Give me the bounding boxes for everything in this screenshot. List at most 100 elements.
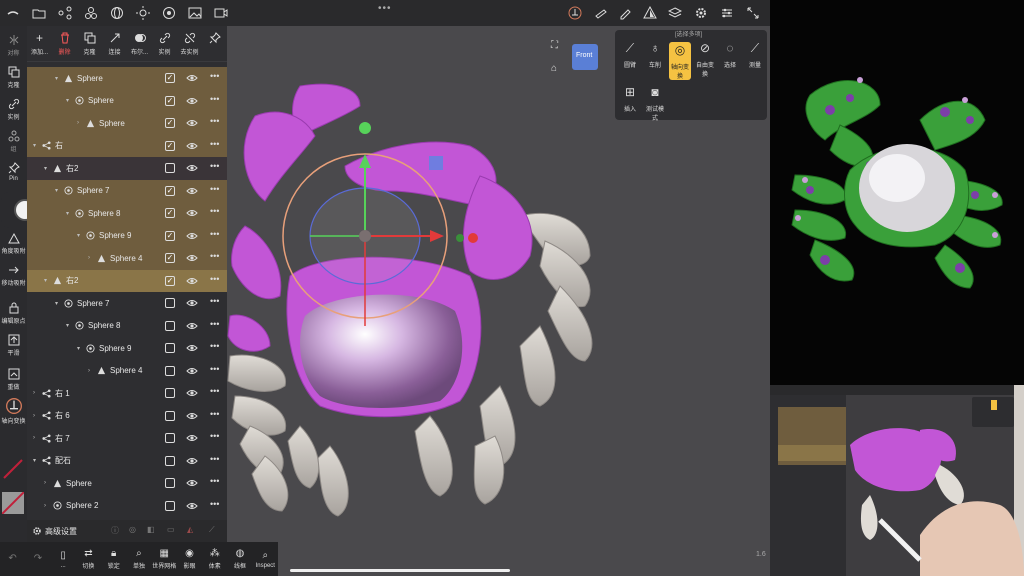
pen-icon[interactable] <box>612 0 638 26</box>
expand-chevron-icon[interactable]: ▾ <box>66 322 74 329</box>
bottom-button-search[interactable]: ⌕ 单独 <box>126 548 151 570</box>
eye-icon[interactable] <box>186 118 198 128</box>
visibility-checkbox[interactable]: ✓ <box>165 185 175 196</box>
visibility-checkbox[interactable] <box>165 433 175 443</box>
bottom-button-eye[interactable]: ◉ 影眼 <box>177 548 202 570</box>
expand-icon[interactable] <box>740 0 766 26</box>
visibility-checkbox[interactable]: ✓ <box>165 275 175 286</box>
rail-move-snap[interactable]: 移动吸附 <box>0 264 27 287</box>
rail-smooth[interactable]: 平滑 <box>0 334 27 357</box>
outliner-row[interactable]: › Sphere ••• <box>27 472 227 495</box>
outliner-row[interactable]: ▾ Sphere 7 ••• <box>27 292 227 315</box>
bottom-button-wireframe[interactable]: ◍ 线框 <box>227 548 252 570</box>
bottom-button-grid[interactable]: ▦ 世界网格 <box>152 548 177 570</box>
triangle-icon[interactable]: ◭ <box>187 525 193 534</box>
row-more-icon[interactable]: ••• <box>210 116 219 126</box>
stroke-color-swatch[interactable] <box>2 458 24 480</box>
expand-chevron-icon[interactable]: › <box>88 368 96 374</box>
outliner-row[interactable]: ▾ Sphere ✓ ••• <box>27 67 227 90</box>
row-more-icon[interactable]: ••• <box>210 476 219 486</box>
delete-button[interactable]: 删除 <box>52 26 77 61</box>
settings-icon[interactable] <box>688 0 714 26</box>
row-more-icon[interactable]: ••• <box>210 274 219 284</box>
eye-icon[interactable] <box>186 456 198 466</box>
outliner-row[interactable]: › 右 6 ••• <box>27 405 227 428</box>
visibility-checkbox[interactable]: ✓ <box>165 208 175 218</box>
outliner-row[interactable]: ▾ 右2 ••• <box>27 157 227 180</box>
outliner-row[interactable]: › 右 1 ••• <box>27 382 227 405</box>
camera-toggle-icon[interactable]: ▭ <box>167 525 175 534</box>
outliner-row[interactable]: › Sphere 4 ••• <box>27 360 227 383</box>
eye-icon[interactable] <box>186 276 198 286</box>
advanced-settings-button[interactable]: 高级设置 <box>32 526 77 537</box>
row-more-icon[interactable]: ••• <box>210 296 219 306</box>
eye-icon[interactable] <box>186 411 198 421</box>
expand-chevron-icon[interactable]: ▾ <box>33 142 41 149</box>
eye-icon[interactable] <box>186 141 198 151</box>
fill-color-swatch[interactable] <box>1 491 25 515</box>
eye-icon[interactable] <box>186 343 198 353</box>
bottom-button-lock[interactable]: 🔒︎ 锁定 <box>101 548 126 570</box>
row-more-icon[interactable]: ••• <box>210 161 219 171</box>
row-more-icon[interactable]: ••• <box>210 94 219 104</box>
light-icon[interactable] <box>130 0 156 26</box>
mask-icon[interactable]: ◧ <box>147 525 155 534</box>
tool-lathe[interactable]: ♁ 车削 <box>644 42 666 70</box>
visibility-checkbox[interactable] <box>165 365 175 376</box>
eye-icon[interactable] <box>186 478 198 488</box>
tool-insert[interactable]: ⊞ 插入 <box>619 86 641 114</box>
eye-off-icon[interactable]: ◎ <box>129 525 136 534</box>
expand-chevron-icon[interactable]: ▾ <box>44 277 52 284</box>
expand-chevron-icon[interactable]: ▾ <box>33 457 41 464</box>
visibility-checkbox[interactable] <box>165 410 175 421</box>
eye-icon[interactable] <box>186 231 198 241</box>
menu-icon[interactable] <box>0 0 26 26</box>
eye-icon[interactable] <box>186 388 198 398</box>
row-more-icon[interactable]: ••• <box>210 499 219 509</box>
expand-chevron-icon[interactable]: ▾ <box>55 187 63 194</box>
eye-icon[interactable] <box>186 163 198 173</box>
shape-icon[interactable] <box>78 0 104 26</box>
rail-angle-snap[interactable]: 角度吸附 <box>0 232 27 255</box>
outliner-row[interactable]: ▾ Sphere 9 ••• <box>27 337 227 360</box>
expand-chevron-icon[interactable]: ▾ <box>66 210 74 217</box>
bottom-button-phone[interactable]: ▯... <box>51 550 76 569</box>
expand-chevron-icon[interactable]: › <box>88 255 96 261</box>
eye-icon[interactable] <box>186 321 198 331</box>
expand-chevron-icon[interactable]: ▾ <box>77 232 85 239</box>
row-more-icon[interactable]: ••• <box>210 229 219 239</box>
outliner-row[interactable]: ▾ Sphere 8 ✓ ••• <box>27 202 227 225</box>
home-icon[interactable]: ⌂ <box>551 63 557 74</box>
outliner-row[interactable]: ▾ 配石 ••• <box>27 450 227 473</box>
add-button[interactable]: + 添加... <box>27 26 52 61</box>
rail-axis-transform[interactable]: 轴向变换 <box>0 398 27 425</box>
row-more-icon[interactable]: ••• <box>210 251 219 261</box>
material-icon[interactable] <box>156 0 182 26</box>
outliner-row[interactable]: ▾ Sphere ✓ ••• <box>27 89 227 112</box>
outliner-row[interactable]: › Sphere 2 ••• <box>27 495 227 518</box>
solid-icon[interactable] <box>637 0 663 26</box>
tool-curve[interactable]: ⟋ 圆臂 <box>619 42 641 70</box>
bottom-button-voxel[interactable]: ⁂ 体素 <box>202 548 227 570</box>
outliner-row[interactable]: › Sphere ✓ ••• <box>27 112 227 135</box>
frame-icon[interactable]: ⛶ <box>551 40 558 51</box>
eye-icon[interactable] <box>186 208 198 218</box>
rail-symmetry[interactable]: 对称 <box>0 34 27 57</box>
draw-icon[interactable] <box>588 0 614 26</box>
outliner-row[interactable]: ▾ Sphere 8 ••• <box>27 315 227 338</box>
visibility-checkbox[interactable]: ✓ <box>165 230 175 241</box>
expand-chevron-icon[interactable]: › <box>33 435 41 441</box>
visibility-checkbox[interactable]: ✓ <box>165 140 175 151</box>
visibility-checkbox[interactable] <box>165 388 175 398</box>
expand-chevron-icon[interactable]: › <box>33 390 41 396</box>
rail-pin[interactable]: Pin <box>0 162 27 182</box>
visibility-checkbox[interactable]: ✓ <box>165 95 175 106</box>
row-more-icon[interactable]: ••• <box>210 431 219 441</box>
row-more-icon[interactable]: ••• <box>210 139 219 149</box>
row-more-icon[interactable]: ••• <box>210 454 219 464</box>
outliner-row[interactable]: › 右 7 ••• <box>27 427 227 450</box>
pin-button[interactable] <box>202 26 227 61</box>
row-more-icon[interactable]: ••• <box>210 319 219 329</box>
row-more-icon[interactable]: ••• <box>210 341 219 351</box>
eye-icon[interactable] <box>186 253 198 263</box>
